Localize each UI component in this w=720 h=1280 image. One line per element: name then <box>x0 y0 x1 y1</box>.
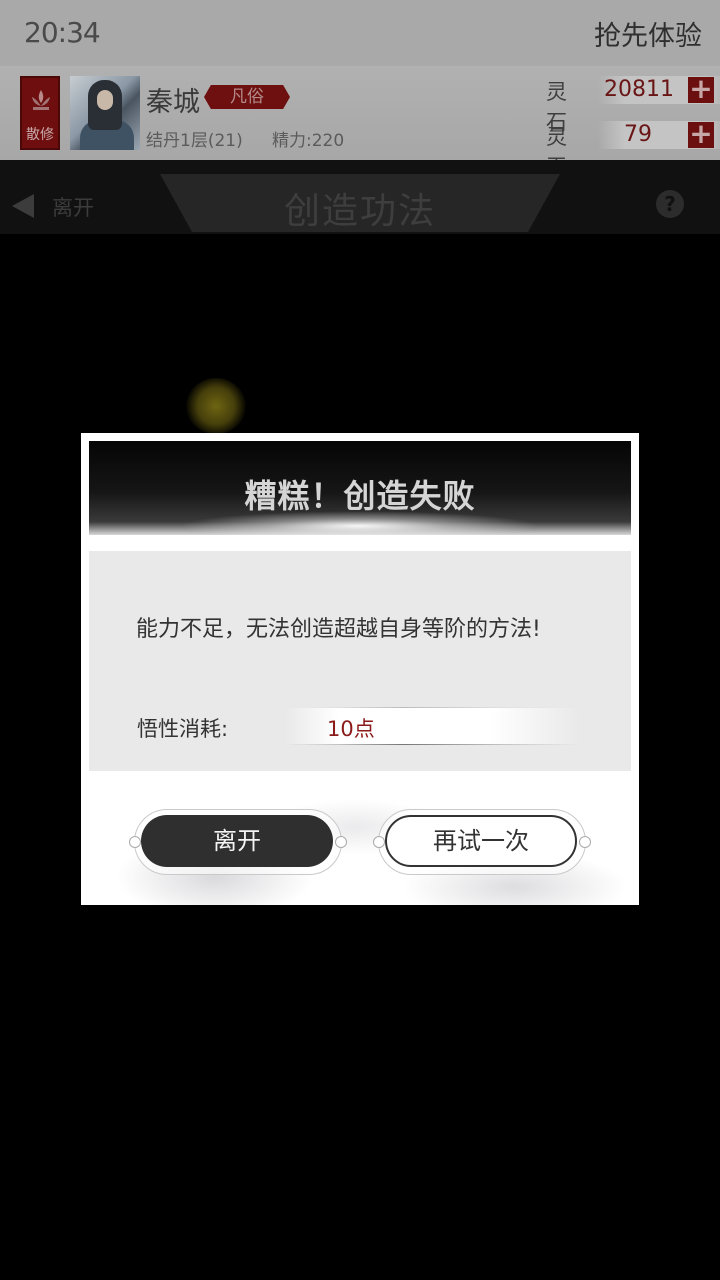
dialog-header: 糟糕！创造失败 <box>89 441 631 535</box>
retry-button-frame: 再试一次 <box>373 809 591 875</box>
plus-icon[interactable]: + <box>688 120 714 148</box>
energy-value: 精力:220 <box>272 131 345 151</box>
clock-time: 20:34 <box>24 16 101 49</box>
early-access-label: 抢先体验 <box>594 21 702 52</box>
sect-badge[interactable]: 散修 <box>20 76 60 150</box>
comprehension-cost-label: 悟性消耗: <box>137 717 229 741</box>
back-arrow-icon <box>12 194 34 218</box>
back-button-label: 离开 <box>52 196 94 220</box>
page-title: 创造功法 <box>283 191 436 232</box>
comprehension-cost-value: 10点 <box>327 717 375 741</box>
nav-bar: 离开 创造功法 ? <box>0 160 720 234</box>
player-name: 秦城 <box>146 87 200 118</box>
failure-message: 能力不足，无法创造超越自身等阶的方法! <box>136 617 541 642</box>
plus-icon[interactable]: + <box>688 75 714 103</box>
leave-button[interactable]: 离开 <box>141 815 333 867</box>
dialog-body: 能力不足，无法创造超越自身等阶的方法! 悟性消耗: 10点 <box>89 551 631 771</box>
lotus-icon <box>32 90 50 110</box>
failure-dialog: 糟糕！创造失败 能力不足，无法创造超越自身等阶的方法! 悟性消耗: 10点 离开… <box>81 433 639 905</box>
player-header: 散修 秦城 凡俗 结丹1层(21) 精力:220 灵石 20811 + 灵玉 7… <box>0 66 720 179</box>
leave-button-frame: 离开 <box>129 809 347 875</box>
retry-button[interactable]: 再试一次 <box>385 815 577 867</box>
status-bar: 20:34 抢先体验 <box>0 0 720 66</box>
dialog-title: 糟糕！创造失败 <box>244 477 476 515</box>
help-icon[interactable]: ? <box>656 190 684 218</box>
rank-badge: 凡俗 <box>204 85 290 109</box>
avatar[interactable] <box>70 76 140 150</box>
realm-level: 结丹1层(21) <box>146 131 243 151</box>
sect-badge-label: 散修 <box>26 127 54 143</box>
lantern-glow <box>186 378 246 434</box>
